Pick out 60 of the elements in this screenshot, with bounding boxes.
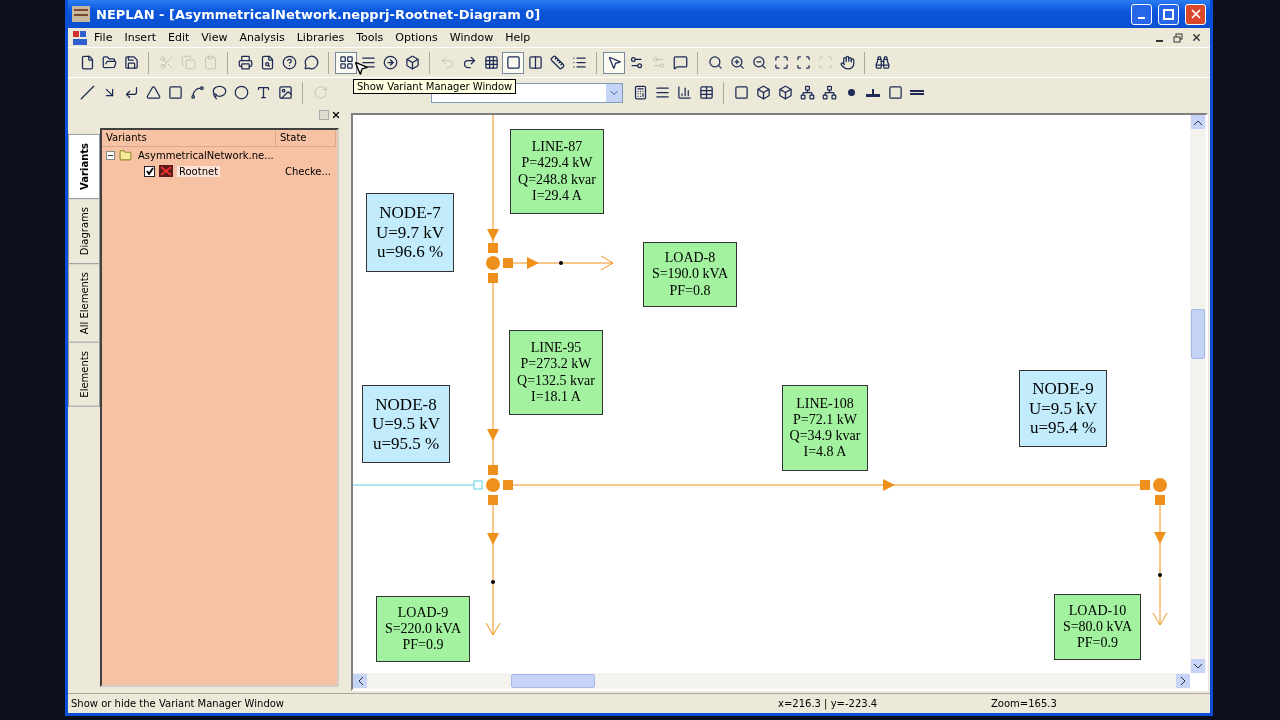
minimize-button[interactable] [1131, 3, 1152, 25]
app-icon [72, 6, 90, 22]
line-label[interactable]: LINE-95 P=273.2 kW Q=132.5 kvar I=18.1 A [509, 330, 603, 415]
scroll-up-button[interactable] [1191, 115, 1205, 129]
minus-icon [108, 152, 113, 158]
scroll-thumb[interactable] [1191, 309, 1205, 359]
menu-item[interactable]: File [88, 31, 119, 44]
state-text: Checke... [284, 165, 331, 177]
horizontal-scrollbar[interactable] [353, 673, 1190, 689]
line-label[interactable]: LINE-87 P=429.4 kW Q=248.8 kvar I=29.4 A [510, 129, 604, 214]
close-button[interactable] [1185, 3, 1206, 25]
tooltip: Show Variant Manager Window [353, 79, 517, 94]
side-tab[interactable]: Diagrams [68, 197, 100, 265]
busbar-drawing [486, 465, 513, 505]
side-tab[interactable]: Variants [68, 134, 100, 199]
node-label[interactable]: NODE-8 U=9.5 kV u=95.5 % [362, 385, 450, 463]
load-label[interactable]: LOAD-9 S=220.0 kVA PF=0.9 [376, 596, 470, 662]
side-tab[interactable]: Elements [68, 342, 100, 407]
scroll-right-button[interactable] [1176, 674, 1190, 688]
status-message: Show or hide the Variant Manager Window [70, 698, 286, 709]
zoom-level: Zoom=165.3 [990, 698, 1058, 709]
mdi-close-icon[interactable] [1191, 32, 1202, 43]
column-header[interactable]: Variants [102, 130, 276, 147]
menu-item[interactable]: Libraries [290, 31, 351, 44]
variant-checkbox[interactable] [144, 165, 155, 177]
network-icon [159, 165, 173, 177]
maximize-icon [1163, 8, 1174, 20]
vertical-scrollbar[interactable] [1190, 115, 1206, 673]
node-label[interactable]: NODE-9 U=9.5 kV u=95.4 % [1019, 370, 1107, 447]
busbar-drawing [486, 243, 513, 283]
menu-item[interactable]: View [195, 31, 234, 44]
minimize-icon [1138, 17, 1145, 19]
line-label[interactable]: LINE-108 P=72.1 kW Q=34.9 kvar I=4.8 A [782, 385, 868, 471]
tree-item[interactable]: AsymmetricalNetwork.ne... [136, 149, 276, 161]
menu-item[interactable]: Options [389, 31, 444, 44]
scroll-down-button[interactable] [1191, 659, 1205, 673]
mdi-restore-icon[interactable] [1173, 32, 1183, 43]
menu-item[interactable]: Analysis [233, 31, 291, 44]
document-icon [72, 29, 88, 46]
scroll-left-button[interactable] [353, 674, 367, 688]
cursor-coordinates: x=216.3 | y=-223.4 [777, 698, 879, 709]
menu-item[interactable]: Tools [350, 31, 390, 44]
busbar-drawing [1140, 478, 1167, 505]
mouse-cursor-icon [353, 60, 369, 76]
menu-item[interactable]: Edit [162, 31, 196, 44]
tree-item[interactable]: Rootnet [177, 165, 221, 177]
collapse-toggle[interactable] [106, 150, 115, 160]
maximize-button[interactable] [1158, 3, 1179, 25]
dock-close-icon[interactable] [331, 110, 341, 120]
menu-item[interactable]: Window [443, 31, 500, 44]
load-label[interactable]: LOAD-10 S=80.0 kVA PF=0.9 [1054, 594, 1141, 660]
node-label[interactable]: NODE-7 U=9.7 kV u=96.6 % [366, 193, 454, 272]
menu-item[interactable]: Insert [118, 31, 162, 44]
scroll-thumb[interactable] [511, 674, 595, 688]
menu-item[interactable]: Help [499, 31, 537, 44]
folder-icon [119, 148, 132, 162]
side-tab[interactable]: All Elements [68, 263, 100, 344]
load-label[interactable]: LOAD-8 S=190.0 kVA PF=0.8 [643, 242, 737, 307]
column-header[interactable]: State [276, 130, 336, 147]
window-title: NEPLAN - [AsymmetricalNetwork.nepprj-Rootnet-Diagram 0] [96, 6, 542, 22]
